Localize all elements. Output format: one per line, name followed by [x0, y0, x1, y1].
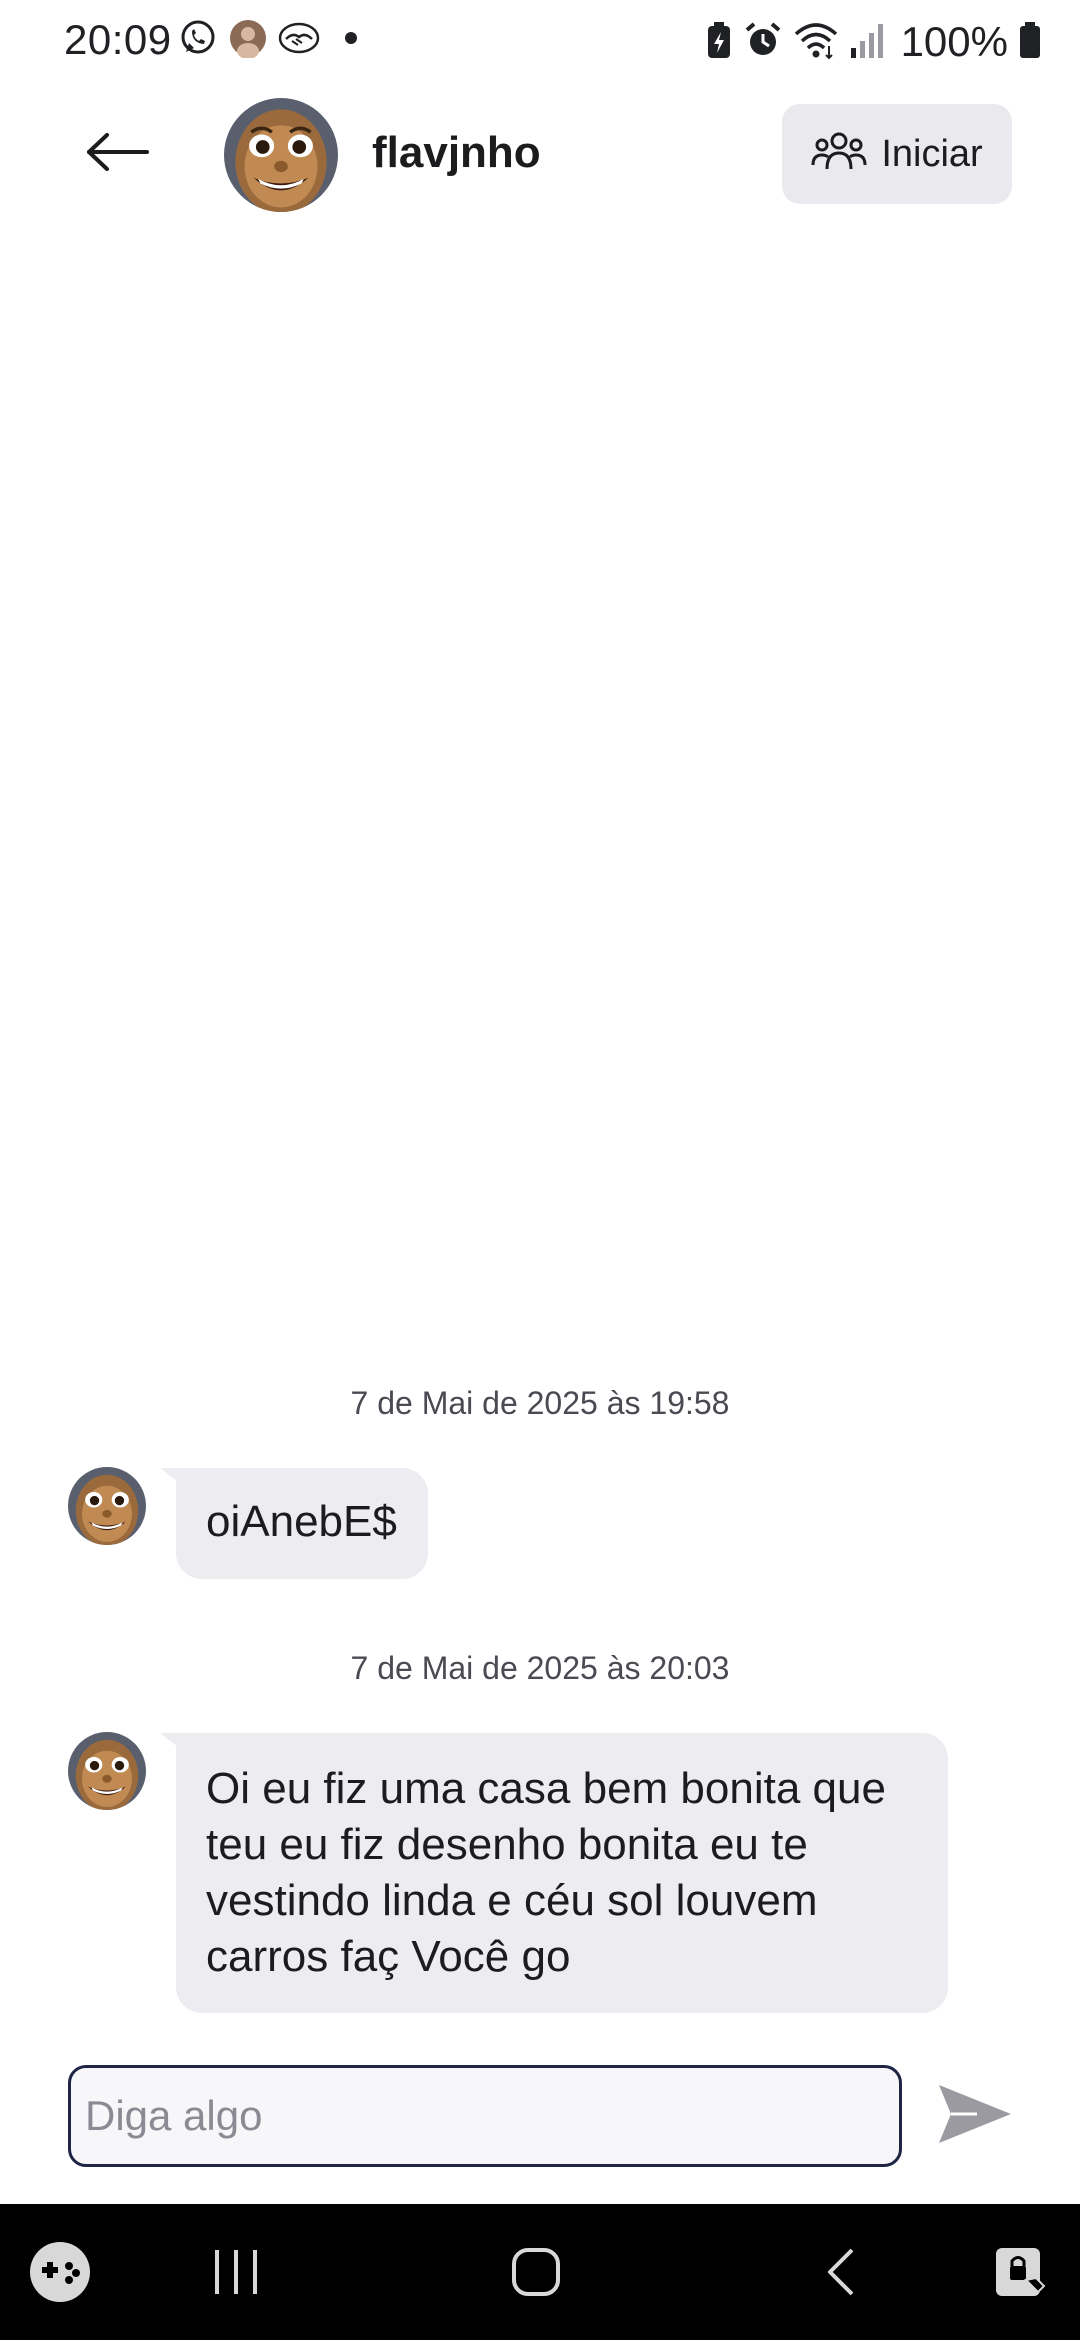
navigation-bar — [0, 2204, 1080, 2340]
battery-icon — [1018, 20, 1042, 65]
chat-screen: 20:09 100% flavjnho Iniciar 7 de Mai de … — [0, 0, 1080, 2340]
avatar[interactable] — [68, 1467, 146, 1545]
message-text-line: carros faç Você go — [206, 1932, 571, 1981]
system-icons: 100% — [705, 18, 1042, 66]
avatar[interactable] — [68, 1732, 146, 1810]
secure-folder-button[interactable] — [980, 2234, 1060, 2314]
dot-icon — [344, 31, 358, 50]
send-button[interactable] — [936, 2082, 1014, 2150]
recent-apps-button[interactable] — [196, 2234, 276, 2314]
handshake-icon — [278, 18, 320, 63]
recent-apps-icon — [211, 2248, 261, 2301]
contact-name[interactable]: flavjnho — [372, 128, 541, 178]
arrow-left-icon — [85, 132, 151, 177]
message-text: oiAnebE$ — [206, 1497, 397, 1546]
home-icon — [510, 2246, 562, 2303]
message-timestamp: 7 de Mai de 2025 às 19:58 — [350, 1385, 730, 1421]
battery-saver-icon — [705, 20, 733, 65]
back-button[interactable] — [76, 122, 160, 186]
status-bar: 20:09 100% — [0, 0, 1080, 82]
whatsapp-icon — [178, 18, 218, 63]
message-text-line: teu eu fiz desenho bonita eu te — [206, 1820, 808, 1869]
chat-header: flavjnho Iniciar — [0, 90, 1080, 220]
game-launcher-icon — [28, 2240, 92, 2309]
message-text-line: Oi eu fiz uma casa bem bonita que — [206, 1764, 886, 1813]
start-group-button[interactable]: Iniciar — [782, 104, 1012, 204]
profile-notification-icon — [228, 18, 268, 63]
back-icon — [822, 2246, 858, 2303]
home-button[interactable] — [496, 2234, 576, 2314]
message-bubble[interactable]: oiAnebE$ — [176, 1468, 428, 1579]
avatar[interactable] — [224, 98, 338, 212]
message-input[interactable] — [68, 2065, 902, 2167]
message-bubble[interactable]: Oi eu fiz uma casa bem bonita que teu eu… — [176, 1733, 948, 2013]
message-text-line: vestindo linda e céu sol louvem — [206, 1876, 818, 1925]
send-icon — [937, 2083, 1013, 2150]
signal-icon — [849, 20, 885, 65]
game-launcher-button[interactable] — [20, 2234, 100, 2314]
message-timestamp: 7 de Mai de 2025 às 20:03 — [350, 1650, 730, 1686]
wifi-icon — [793, 20, 839, 65]
back-nav-button[interactable] — [800, 2234, 880, 2314]
group-icon — [811, 129, 867, 180]
start-button-label: Iniciar — [881, 132, 983, 175]
notification-icons — [178, 18, 358, 63]
alarm-icon — [743, 20, 783, 65]
status-time: 20:09 — [64, 16, 172, 63]
secure-folder-icon — [992, 2244, 1048, 2305]
battery-percentage: 100% — [900, 18, 1008, 65]
